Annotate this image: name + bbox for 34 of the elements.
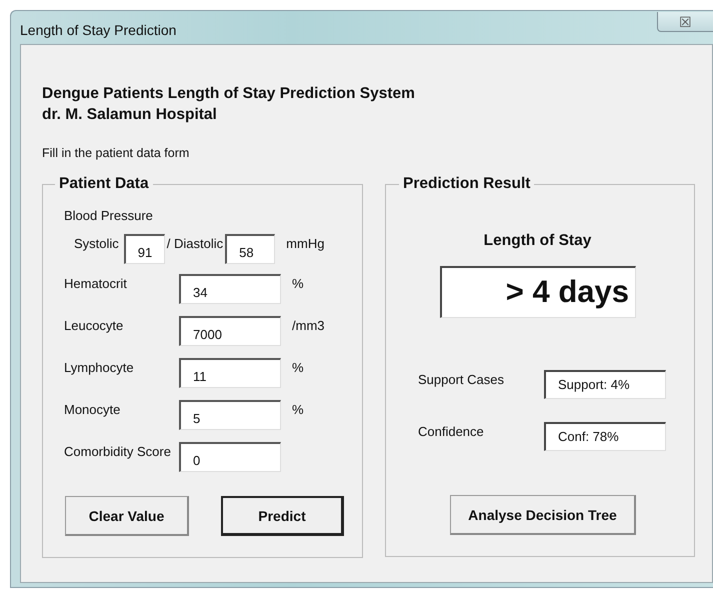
metric-value: Conf: 78% [544,422,666,451]
field-label: Comorbidity Score [64,444,172,459]
input-field[interactable]: 34 [179,274,281,304]
close-button[interactable]: ☒ [657,12,713,32]
field-label: Monocyte [64,402,122,417]
field-label: Hematocrit [64,276,128,291]
field-label: Blood Pressure [64,208,153,223]
predict-button[interactable]: Predict [221,496,344,536]
diastolic-field[interactable]: 58 [225,234,276,264]
window-title: Length of Stay Prediction [20,22,176,38]
result-display: > 4 days [440,266,636,318]
metric-value: Support: 4% [544,370,666,399]
instruction-text: Fill in the patient data form [42,146,190,160]
app-heading: Dengue Patients Length of Stay Prediction System [42,84,416,104]
input-field[interactable]: 7000 [179,316,281,346]
input-field[interactable]: 5 [179,400,281,430]
field-label: Lymphocyte [64,360,135,375]
field-label: / Diastolic [166,236,224,251]
unit-label: mmHg [286,236,324,251]
result-title: Length of Stay [484,231,592,251]
field-label: Systolic [74,236,119,251]
analyse-tree-button[interactable]: Analyse Decision Tree [450,495,636,535]
app-heading: dr. M. Salamun Hospital [42,105,218,125]
input-field[interactable]: 11 [179,358,281,388]
metric-label: Confidence [418,424,485,439]
field-label: Leucocyte [64,318,124,333]
unit-label: % [292,276,304,291]
clear-value-button[interactable]: Clear Value [65,496,189,536]
unit-label: % [292,360,304,375]
systolic-field[interactable]: 91 [124,234,165,264]
unit-label: /mm3 [292,318,324,333]
metric-label: Support Cases [418,372,505,387]
unit-label: % [292,402,304,417]
input-field[interactable]: 0 [179,442,281,472]
